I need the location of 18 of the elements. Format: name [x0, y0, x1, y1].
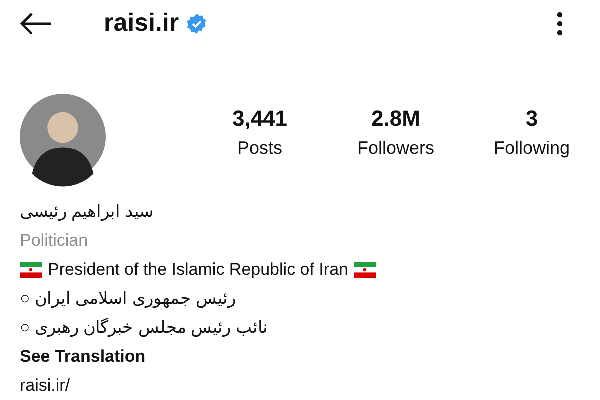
stat-label[interactable]: Posts	[237, 138, 283, 158]
stat-label[interactable]: Followers	[357, 138, 435, 158]
stat-label[interactable]: Following	[494, 138, 570, 158]
back-arrow-icon	[20, 12, 52, 34]
profile-name: سید ابراهیم رئیسی	[20, 201, 154, 224]
stat-value[interactable]: 3	[526, 106, 538, 132]
stat-value[interactable]: 3,441	[232, 106, 288, 132]
more-options-icon[interactable]	[556, 10, 564, 36]
see-translation-link[interactable]: See Translation	[20, 342, 146, 371]
username: raisi.ir	[104, 9, 180, 38]
category-label: Politician	[20, 230, 88, 252]
stat-value[interactable]: 2.8M	[372, 106, 420, 132]
bio-line: نائب رئیس مجلس خبرگان رهبری ○	[20, 316, 268, 340]
flag-icon	[354, 262, 376, 278]
bio-line: President of the Islamic Republic of Iran	[48, 259, 348, 281]
flag-icon	[20, 262, 42, 278]
bio-line: رئیس جمهوری اسلامی ایران ○	[20, 288, 236, 310]
website-link[interactable]: raisi.ir/	[20, 371, 70, 400]
